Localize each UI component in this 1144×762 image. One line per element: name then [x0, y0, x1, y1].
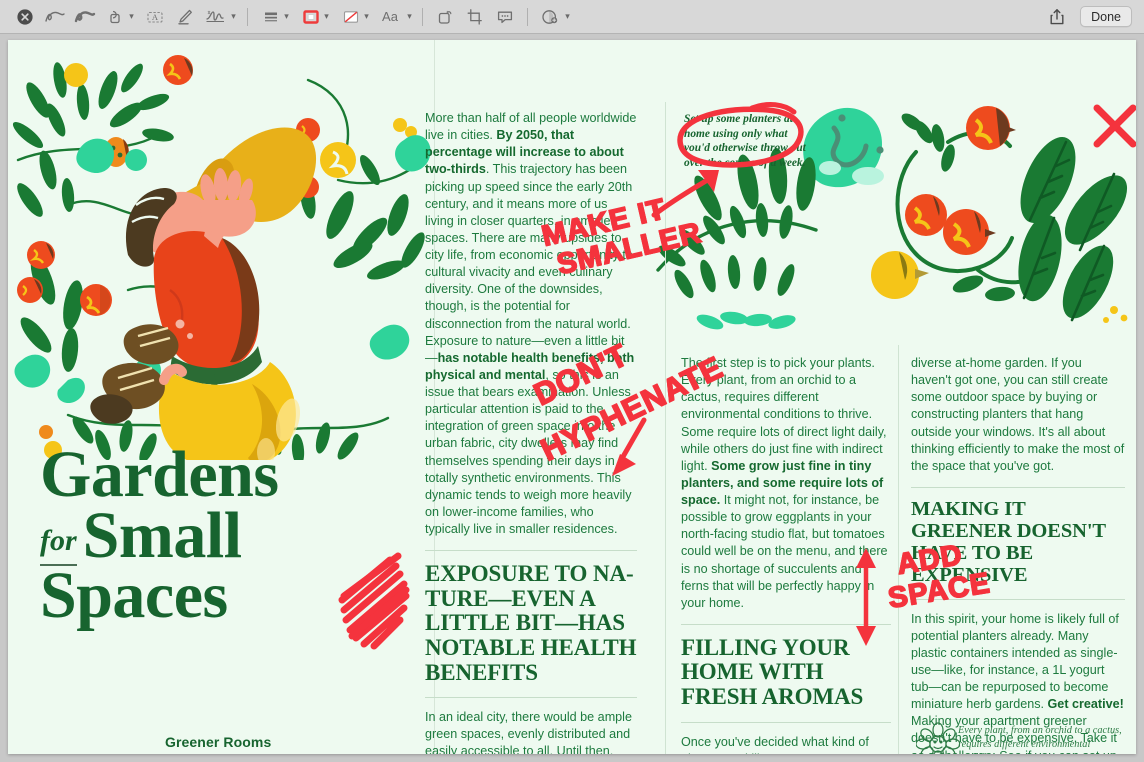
shapes-icon[interactable]: ▾	[100, 4, 140, 30]
column-rule-2	[898, 345, 899, 754]
column-c-rule-top	[911, 486, 1125, 488]
sketch-close-icon[interactable]	[10, 4, 40, 30]
column-c-heading: MAKING IT GREENER DOESN'T HAVE TO BE EXP…	[911, 497, 1106, 586]
column-a: More than half of all people worldwide l…	[425, 110, 637, 754]
toolbar-divider-3	[527, 7, 528, 26]
markup-window: ▾ A ▾ ▾ ▾ ▾ Aa ▾ ▾ Done Gardens for Smal…	[0, 0, 1144, 762]
adjust-color-icon[interactable]: ▾	[535, 4, 575, 30]
column-a-rule-top	[425, 550, 637, 552]
chevron-down-icon: ▾	[231, 11, 236, 21]
title-line-2: Small	[82, 498, 242, 572]
font-style-icon[interactable]: Aa ▾	[375, 4, 415, 30]
cover-illustration	[12, 55, 431, 460]
column-b-paragraph-2: Once you've decided what kind of plants …	[681, 734, 891, 754]
border-color-icon[interactable]: ▾	[295, 4, 335, 30]
column-c-rule-bottom	[911, 598, 1125, 600]
para-c2-bold: Get creative!	[1047, 697, 1124, 712]
column-a-paragraph-1: More than half of all people worldwide l…	[425, 110, 637, 538]
column-b-heading: FILLING YOUR HOME WITH FRESH AROMAS	[681, 634, 864, 710]
line-style-icon[interactable]: ▾	[255, 4, 295, 30]
toolbar-divider-2	[422, 7, 423, 26]
svg-text:Aa: Aa	[382, 9, 399, 24]
column-b: The first step is to pick your plants. E…	[681, 355, 891, 754]
column-b-paragraph-1: The first step is to pick your plants. E…	[681, 355, 891, 612]
text-icon[interactable]: A	[140, 4, 170, 30]
fill-color-icon[interactable]: ▾	[335, 4, 375, 30]
sketch-icon[interactable]	[40, 4, 70, 30]
column-a-rule-bottom	[425, 697, 637, 699]
article-illustration	[656, 106, 1128, 330]
cover-subtitle: Greener Rooms	[165, 734, 272, 750]
done-button[interactable]: Done	[1080, 6, 1132, 27]
draw-icon[interactable]	[70, 4, 100, 30]
cover-title-block: Gardens for Small Spaces	[40, 438, 440, 633]
comment-icon[interactable]	[490, 4, 520, 30]
chevron-down-icon: ▾	[565, 11, 570, 21]
markup-toolbar: ▾ A ▾ ▾ ▾ ▾ Aa ▾ ▾ Done	[0, 0, 1144, 34]
column-rule-1	[665, 102, 666, 754]
column-c-paragraph-1: diverse at-home garden. If you haven't g…	[911, 356, 1125, 473]
para-b1-part2: It might not, for instance, be possible …	[681, 493, 888, 610]
share-icon[interactable]	[1042, 4, 1072, 30]
para-a2-part1: In an ideal city, there would be ample g…	[425, 710, 632, 754]
para-a1-part3: , so this is an issue that bears examina…	[425, 367, 632, 536]
highlight-icon[interactable]	[170, 4, 200, 30]
chevron-down-icon: ▾	[364, 11, 369, 21]
chevron-down-icon: ▾	[324, 11, 329, 21]
chevron-down-icon: ▾	[407, 11, 412, 21]
column-b-rule-top	[681, 623, 891, 625]
pullquote-text: Set up some planters at home using only …	[684, 113, 806, 169]
para-a1-part2: . This trajectory has been picking up sp…	[425, 162, 633, 365]
flower-icon	[916, 722, 960, 754]
column-a-paragraph-2: In an ideal city, there would be ample g…	[425, 709, 637, 754]
footnote-text: Every plant, from an orchid to a cactus,…	[958, 725, 1122, 754]
document-canvas[interactable]: Gardens for Small Spaces Greener Rooms S…	[8, 40, 1136, 754]
para-b1-part1: The first step is to pick your plants. E…	[681, 356, 887, 473]
chevron-down-icon: ▾	[129, 11, 134, 21]
column-a-heading: EXPOSURE TO NA-TURE—EVEN A LITTLE BIT—HA…	[425, 561, 637, 685]
title-line-3: Spaces	[40, 559, 228, 633]
para-b2-part1: Once you've decided what kind of plants …	[681, 734, 869, 754]
title-line-1: Gardens	[40, 438, 279, 511]
chevron-down-icon: ▾	[284, 11, 289, 21]
title-line-2-row: for Small	[40, 498, 440, 572]
crop-icon[interactable]	[460, 4, 490, 30]
column-c: diverse at-home garden. If you haven't g…	[911, 355, 1125, 754]
svg-text:A: A	[152, 12, 159, 22]
signature-icon[interactable]: ▾	[200, 4, 240, 30]
rotate-icon[interactable]	[430, 4, 460, 30]
toolbar-divider-1	[247, 7, 248, 26]
column-b-rule-bottom	[681, 721, 891, 723]
